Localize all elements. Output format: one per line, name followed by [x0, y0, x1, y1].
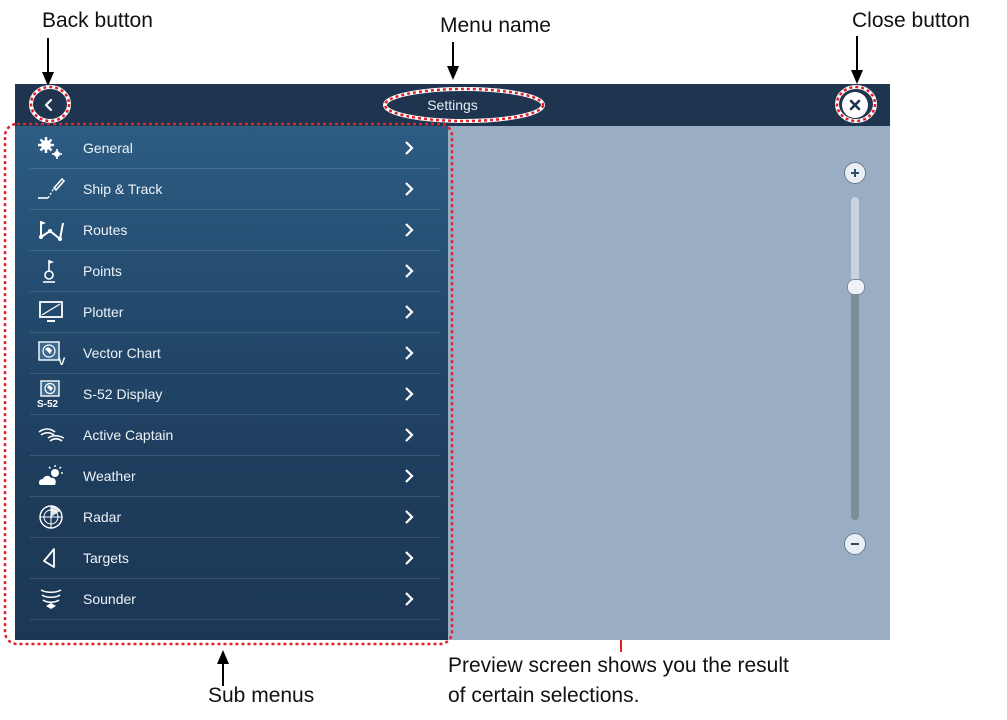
zoom-slider-thumb[interactable] [847, 279, 865, 295]
preview-callout-line1: Preview screen shows you the result [448, 654, 789, 677]
menu-name-callout-arrow [447, 42, 459, 80]
sub-menus-callout-arrow [217, 650, 229, 686]
zoom-slider-upper-track [851, 197, 859, 286]
sub-menus-highlight [3, 122, 454, 646]
close-callout-arrow [851, 36, 863, 84]
minus-icon [851, 543, 859, 545]
close-button-highlight [835, 85, 877, 123]
zoom-out-button[interactable] [844, 533, 866, 555]
plus-icon [851, 169, 859, 177]
back-callout-arrow [42, 38, 54, 86]
menu-name-highlight [383, 87, 545, 123]
close-button-callout: Close button [852, 9, 970, 32]
preview-callout-line2: of certain selections. [448, 684, 640, 707]
back-button-callout: Back button [42, 9, 153, 32]
zoom-in-button[interactable] [844, 162, 866, 184]
menu-name-callout: Menu name [440, 14, 551, 37]
preview-screen [448, 126, 890, 640]
back-button-highlight [29, 85, 71, 123]
